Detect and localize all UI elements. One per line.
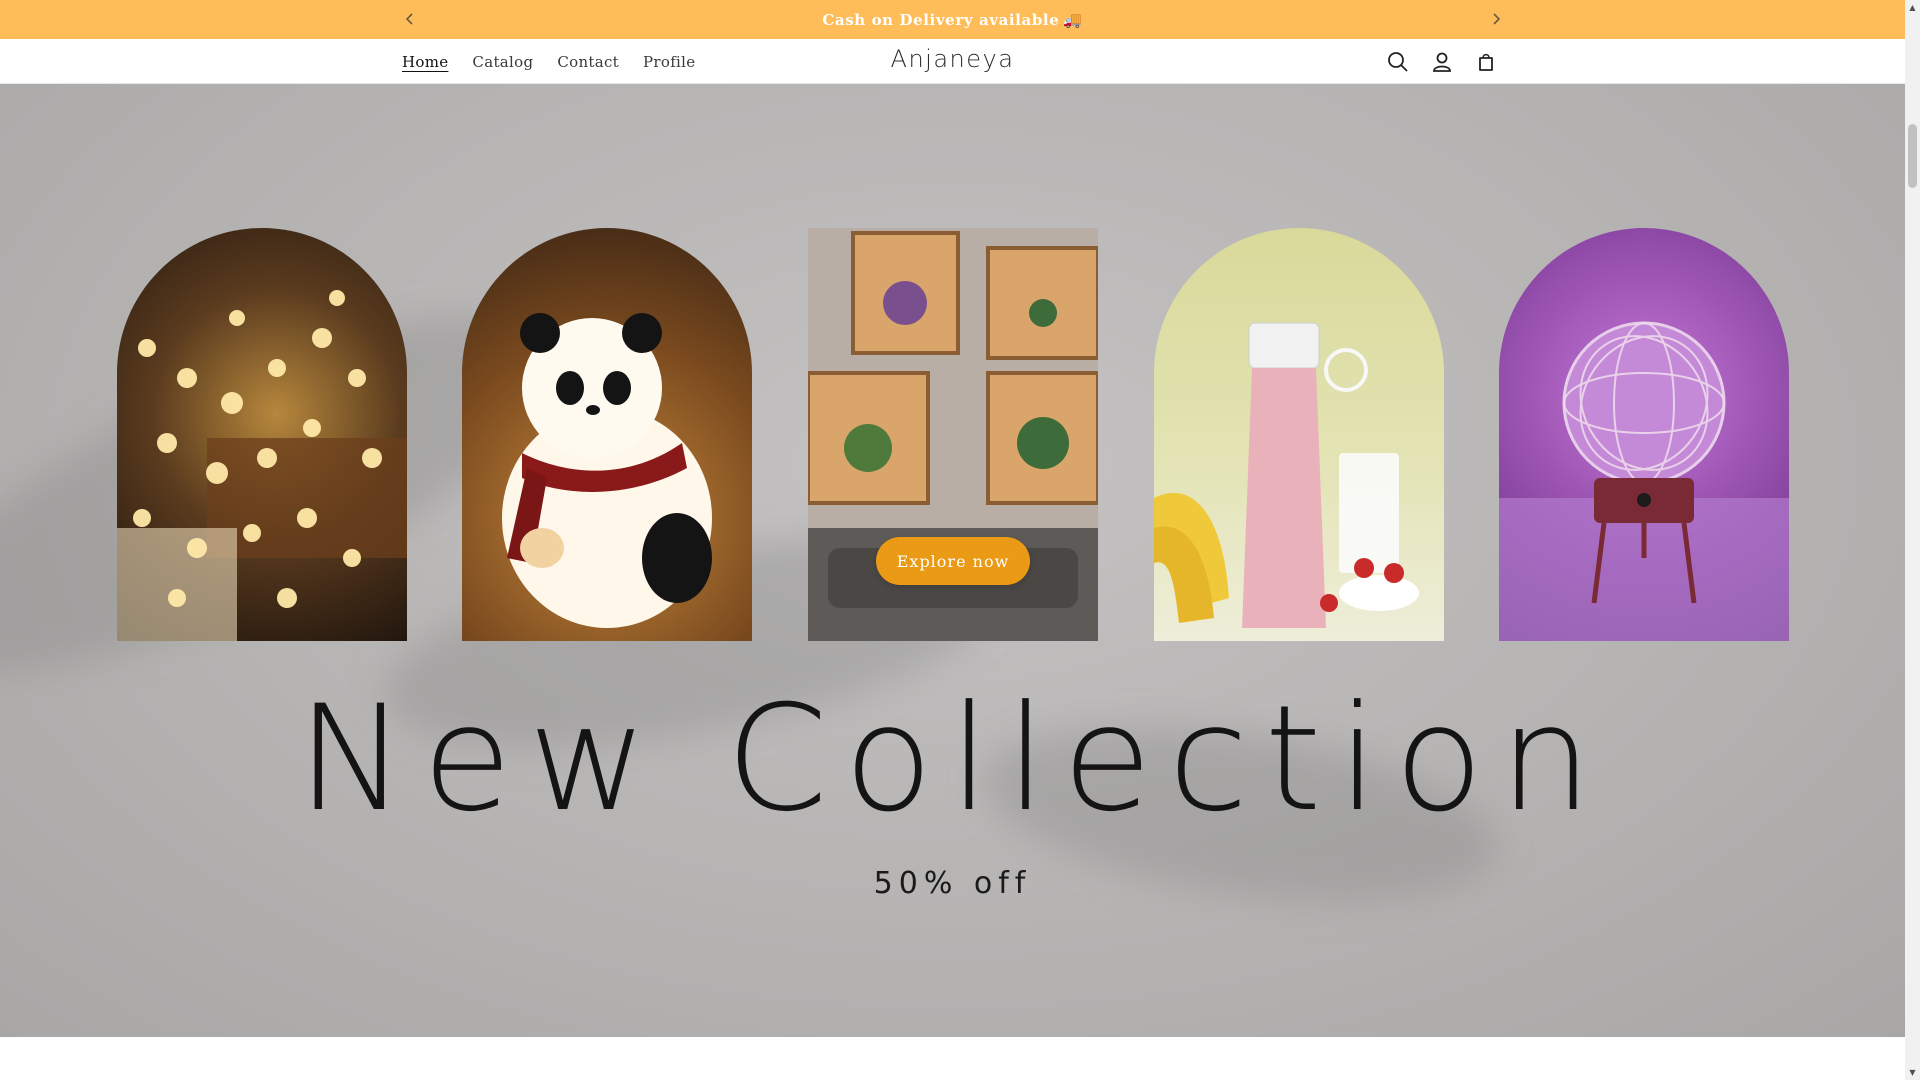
scroll-down-arrow-icon[interactable]: ▼ <box>1905 1065 1920 1080</box>
truck-icon: 🚚 <box>1063 10 1083 29</box>
product-image-blender <box>1154 228 1444 641</box>
string-lights-illustration <box>117 290 407 641</box>
announcement-text-wrap: Cash on Delivery available 🚚 <box>822 11 1082 29</box>
sphere-lamp-illustration <box>1499 321 1789 641</box>
nav-contact-link[interactable]: Contact <box>545 53 631 71</box>
page-scrollbar[interactable]: ▲ ▼ <box>1905 0 1920 1080</box>
search-button[interactable] <box>1376 40 1420 84</box>
account-button[interactable] <box>1420 40 1464 84</box>
panda-lamp-illustration <box>502 313 712 628</box>
scroll-thumb[interactable] <box>1908 124 1917 188</box>
nav-home-link[interactable]: Home <box>390 53 460 71</box>
hero-subtitle: 50% off <box>873 866 1032 901</box>
nav-profile-link[interactable]: Profile <box>631 53 707 71</box>
blender-illustration <box>1154 322 1419 628</box>
hero-title: New Collection <box>296 674 1608 844</box>
header-icons <box>1376 39 1508 84</box>
site-header: Home Catalog Contact Profile Anjaneya <box>0 39 1905 84</box>
nav-catalog-link[interactable]: Catalog <box>460 53 545 71</box>
announcement-prev-button[interactable] <box>399 8 421 30</box>
announcement-next-button[interactable] <box>1485 8 1507 30</box>
cart-icon <box>1479 53 1493 71</box>
chevron-right-icon <box>1493 13 1501 25</box>
main-nav: Home Catalog Contact Profile <box>390 39 707 84</box>
explore-now-button[interactable]: Explore now <box>876 537 1030 585</box>
chevron-left-icon <box>405 13 413 25</box>
search-icon <box>1388 51 1408 72</box>
announcement-text: Cash on Delivery available <box>822 10 1060 29</box>
cart-button[interactable] <box>1464 40 1508 84</box>
product-image-sphere-lamp <box>1499 228 1789 641</box>
product-image-panda-lamp <box>462 228 752 641</box>
scroll-up-arrow-icon[interactable]: ▲ <box>1905 0 1920 15</box>
hero-banner[interactable]: Explore now New Collection 50% off <box>0 84 1905 1037</box>
announcement-bar: Cash on Delivery available 🚚 <box>0 0 1905 39</box>
account-icon <box>1433 52 1451 72</box>
logo-wrap: Anjaneya <box>0 45 1905 73</box>
product-image-string-lights <box>117 228 407 641</box>
site-logo[interactable]: Anjaneya <box>891 45 1015 73</box>
